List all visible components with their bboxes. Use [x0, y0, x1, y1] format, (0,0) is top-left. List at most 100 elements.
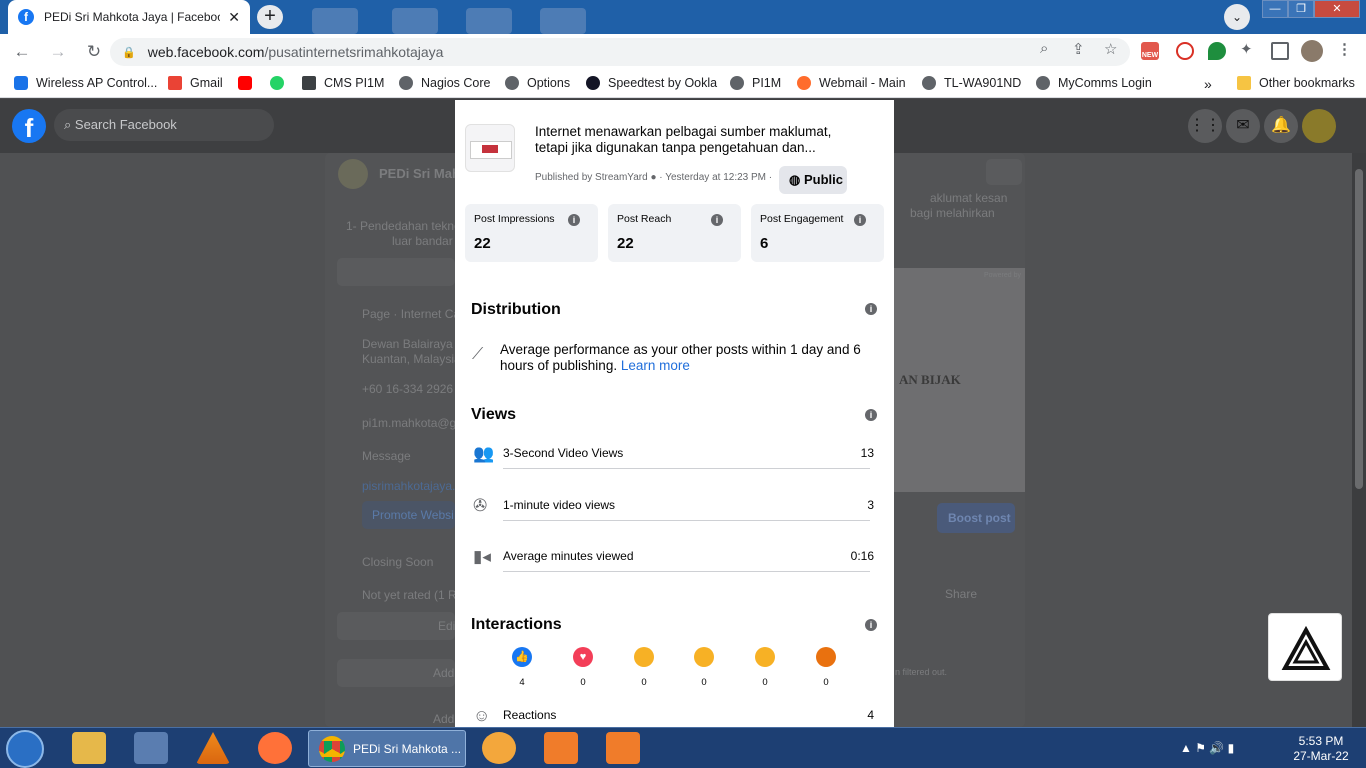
app-icon[interactable]: [482, 732, 516, 764]
bookmarks-overflow-icon[interactable]: »: [1204, 76, 1212, 92]
browser-tab[interactable]: f PEDi Sri Mahkota Jaya | Facebook ✕: [8, 0, 250, 34]
firefox-icon[interactable]: [258, 732, 292, 764]
info-icon[interactable]: i: [865, 303, 877, 315]
extensions-puzzle-icon[interactable]: ✦: [1240, 40, 1253, 58]
info-icon[interactable]: i: [854, 214, 866, 226]
info-icon[interactable]: i: [865, 619, 877, 631]
system-tray[interactable]: ▲ ⚑ 🔊 ▮: [1180, 741, 1234, 755]
browser-menu-icon[interactable]: ⋮: [1337, 40, 1352, 58]
bookmark-whatsapp[interactable]: [270, 76, 292, 90]
distribution-heading: Distribution: [471, 301, 561, 318]
info-icon[interactable]: i: [865, 409, 877, 421]
floating-extension-widget[interactable]: [1268, 613, 1342, 681]
page-avatar[interactable]: [1302, 109, 1336, 143]
vlc-icon[interactable]: [196, 732, 230, 764]
film-reel-icon: ✇: [473, 496, 488, 515]
bg-text: Boost post: [948, 511, 1011, 525]
messenger-icon[interactable]: ✉: [1226, 109, 1260, 143]
side-panel-icon[interactable]: [1271, 42, 1289, 60]
other-bookmarks-folder[interactable]: Other bookmarks: [1237, 76, 1355, 90]
people-icon: 👥: [473, 444, 495, 463]
close-window-button[interactable]: ✕: [1314, 0, 1360, 18]
reload-icon[interactable]: ↻: [80, 38, 108, 66]
bookmark-gmail[interactable]: Gmail: [168, 76, 223, 90]
bookmark-tl-wa901nd[interactable]: TL-WA901ND: [922, 76, 1021, 90]
bg-text: Not yet rated (1 R: [362, 588, 457, 602]
distribution-text: Average performance as your other posts …: [500, 342, 861, 373]
file-explorer-icon[interactable]: [72, 732, 106, 764]
learn-more-link[interactable]: Learn more: [621, 358, 690, 373]
background-window-thumbnail: [392, 8, 438, 34]
bookmark-speedtest[interactable]: Speedtest by Ookla: [586, 76, 717, 90]
maximize-button[interactable]: ❐: [1288, 0, 1314, 18]
minimize-button[interactable]: —: [1262, 0, 1288, 18]
views-row: 👥 3-Second Video Views 13: [471, 444, 874, 496]
bookmark-youtube[interactable]: [238, 76, 260, 90]
like-icon: 👍: [512, 647, 532, 667]
stat-card-engagement: Post Engagement 6 i: [751, 204, 884, 262]
bookmark-options[interactable]: Options: [505, 76, 570, 90]
wifi-icon: [14, 76, 28, 90]
clock[interactable]: 5:53 PM 27-Mar-22: [1286, 734, 1356, 764]
extension-link-icon[interactable]: [1176, 42, 1194, 60]
start-button[interactable]: [6, 730, 44, 768]
info-icon: ●: [650, 172, 657, 183]
globe-icon: [730, 76, 744, 90]
forward-arrow-icon[interactable]: →: [44, 38, 72, 66]
globe-icon: [1036, 76, 1050, 90]
bg-text: bagi melahirkan: [910, 206, 995, 220]
share-icon[interactable]: ⇪: [1072, 40, 1085, 58]
folder-icon: [1237, 76, 1251, 90]
tab-search-button[interactable]: ⌄: [1224, 4, 1250, 30]
bookmark-star-icon[interactable]: ☆: [1104, 40, 1117, 58]
address-bar[interactable]: 🔒 web.facebook.com/pusatinternetsrimahko…: [110, 38, 1130, 66]
bookmark-mycomms[interactable]: MyComms Login: [1036, 76, 1152, 90]
info-icon[interactable]: i: [568, 214, 580, 226]
bg-text: Dewan Balairaya: [362, 337, 453, 351]
bg-text: luar bandar: [392, 234, 453, 248]
interactions-heading: Interactions: [471, 616, 562, 633]
scrollbar-thumb[interactable]: [1355, 169, 1363, 489]
bookmark-pi1m[interactable]: PI1M: [730, 76, 781, 90]
facebook-search-input[interactable]: ⌕ Search Facebook: [54, 109, 274, 141]
stat-card-impressions: Post Impressions 22 i: [465, 204, 598, 262]
views-heading: Views: [471, 406, 517, 423]
facebook-logo[interactable]: f: [12, 109, 46, 143]
grid-icon: [302, 76, 316, 90]
zoom-icon[interactable]: ⌕: [1040, 40, 1048, 57]
tab-title: PEDi Sri Mahkota Jaya | Facebook: [44, 10, 221, 24]
bookmark-wireless-ap[interactable]: Wireless AP Control...: [14, 76, 157, 90]
globe-icon: [505, 76, 519, 90]
search-icon: ⌕: [64, 117, 75, 132]
post-insights-dialog: Internet menawarkan pelbagai sumber makl…: [455, 100, 894, 728]
sad-icon: [755, 647, 775, 667]
notifications-bell-icon[interactable]: 🔔: [1264, 109, 1298, 143]
tab-close-icon[interactable]: ✕: [228, 9, 240, 26]
camera-icon[interactable]: [606, 732, 640, 764]
bg-text: pi1m.mahkota@g: [362, 416, 457, 430]
screenshot-icon[interactable]: [544, 732, 578, 764]
lock-icon: 🔒: [122, 46, 136, 59]
audience-button[interactable]: ◍ Public: [779, 166, 847, 194]
wow-icon: [694, 647, 714, 667]
views-row: ▮◂ Average minutes viewed 0:16: [471, 547, 874, 599]
page-scrollbar[interactable]: [1352, 153, 1366, 727]
back-arrow-icon[interactable]: ←: [8, 38, 36, 66]
info-icon[interactable]: i: [711, 214, 723, 226]
media-player-icon[interactable]: [134, 732, 168, 764]
extension-location-icon[interactable]: [1208, 42, 1226, 60]
triangle-logo-icon: [1281, 625, 1331, 670]
post-title[interactable]: Internet menawarkan pelbagai sumber makl…: [535, 124, 855, 156]
video-camera-icon: ▮◂: [473, 547, 491, 566]
new-tab-button[interactable]: +: [257, 5, 283, 29]
profile-avatar[interactable]: [1301, 40, 1323, 62]
url-path: /pusatinternetsrimahkotajaya: [264, 44, 444, 60]
bookmark-webmail[interactable]: Webmail - Main: [797, 76, 906, 90]
new-extension-icon[interactable]: NEW: [1141, 42, 1159, 60]
taskbar-chrome-window[interactable]: PEDi Sri Mahkota ...: [308, 730, 466, 767]
bookmark-cms-pi1m[interactable]: CMS PI1M: [302, 76, 384, 90]
reaction-wow: 0: [692, 647, 716, 688]
whatsapp-icon: [270, 76, 284, 90]
menu-grid-icon[interactable]: ⋮⋮: [1188, 109, 1222, 143]
bookmark-nagios[interactable]: Nagios Core: [399, 76, 490, 90]
